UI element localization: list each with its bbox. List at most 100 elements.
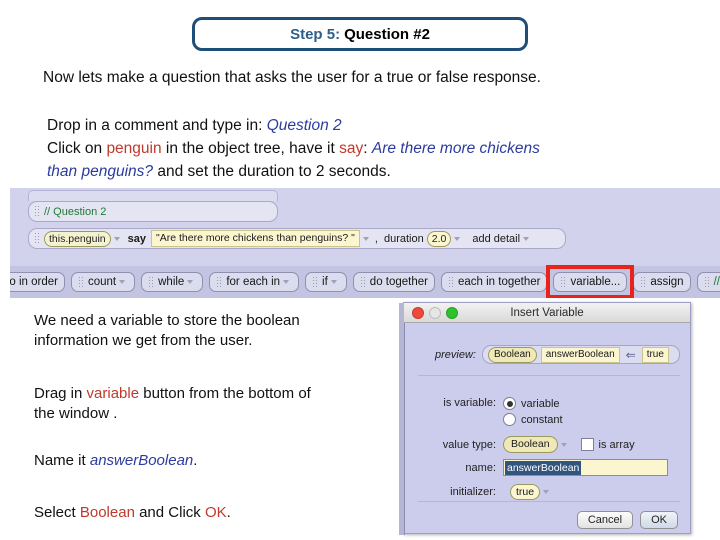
explanation-paragraph-3: Name it answerBoolean. (34, 451, 197, 471)
alice-editor-screenshot: // Question 2 this.penguin say "Are ther… (10, 188, 720, 298)
radio-variable-icon[interactable] (503, 397, 516, 410)
drag-grip-icon (640, 276, 648, 288)
chevron-down-icon[interactable] (560, 442, 567, 447)
explanation-paragraph-2: Drag in variable button from the bottom … (34, 384, 311, 424)
preview-label: preview: (435, 348, 476, 361)
assignment-arrow-icon: ⇐ (625, 347, 636, 362)
instr-1a: Drop in a comment and type in: (47, 117, 267, 134)
toolbar-if-label: if (322, 276, 328, 288)
alice-say-statement-tile[interactable]: this.penguin say "Are there more chicken… (28, 228, 566, 249)
radio-constant-icon[interactable] (503, 413, 516, 426)
chevron-down-icon[interactable] (362, 236, 369, 241)
alice-duration-value[interactable]: 2.0 (426, 230, 452, 247)
toolbar-button-assign[interactable]: assign (633, 272, 691, 292)
dialog-body: preview: Boolean answerBoolean ⇐ true is… (404, 323, 690, 535)
alice-comment-text: // Question 2 (44, 205, 107, 218)
instr-3a-phrase-cont: than penguins? (47, 163, 154, 180)
radio-variable-label: variable (521, 397, 560, 410)
drag-grip-icon (703, 276, 711, 288)
insert-variable-dialog: Insert Variable preview: Boolean answerB… (399, 302, 691, 535)
toolbar-for-each-in-label: for each in (226, 276, 281, 288)
chevron-down-icon (330, 280, 337, 284)
toolbar-button-while[interactable]: while (141, 272, 204, 292)
chevron-down-icon (119, 280, 126, 284)
alice-add-detail-button[interactable]: add detail (472, 233, 520, 245)
exp-4a: Select (34, 504, 80, 521)
alice-object-tile[interactable]: this.penguin (44, 230, 111, 247)
drag-grip-icon (34, 205, 41, 218)
dialog-initializer-row: initializer: true (418, 484, 552, 500)
preview-pill: Boolean answerBoolean ⇐ true (482, 345, 680, 364)
ok-button[interactable]: OK (640, 511, 678, 529)
instr-2f-phrase: Are there more chickens (371, 140, 540, 157)
radio-option-constant[interactable]: constant (503, 413, 563, 426)
toolbar-while-label: while (158, 276, 185, 288)
exp-3b-variable-name: answerBoolean (89, 452, 194, 469)
alice-say-string-value[interactable]: "Are there more chickens than penguins? … (151, 230, 360, 247)
toolbar-button-each-in-together[interactable]: each in together (440, 272, 548, 292)
drag-grip-icon (560, 276, 568, 288)
instruction-line-2: Click on penguin in the object tree, hav… (47, 137, 540, 160)
toolbar-variable-label: variable... (570, 276, 621, 288)
drag-grip-icon (77, 276, 85, 288)
exp-4e: . (226, 504, 231, 521)
toolbar-count-label: count (87, 276, 117, 288)
toolbar-button-if[interactable]: if (305, 272, 347, 292)
exp-3c: . (193, 452, 198, 469)
title-question-label: Question #2 (344, 25, 430, 43)
dialog-preview-row: preview: Boolean answerBoolean ⇐ true (418, 345, 680, 364)
exp-4b-boolean: Boolean (79, 504, 135, 521)
chevron-down-icon (283, 280, 290, 284)
alice-comma: , (374, 232, 378, 245)
value-type-dropdown[interactable]: Boolean (503, 436, 558, 453)
radio-constant-label: constant (521, 413, 563, 426)
instr-2c: in the object tree, have it (161, 140, 340, 157)
chevron-down-icon[interactable] (523, 236, 530, 241)
instruction-line-1: Drop in a comment and type in: Question … (47, 114, 540, 137)
is-array-checkbox[interactable] (580, 438, 594, 451)
dialog-titlebar[interactable]: Insert Variable (404, 303, 690, 323)
instr-3b: and set the duration to 2 seconds. (153, 163, 391, 180)
toolbar-button-count[interactable]: count (70, 272, 136, 292)
alice-comment-tile[interactable]: // Question 2 (28, 201, 278, 222)
radio-option-variable[interactable]: variable (503, 397, 563, 410)
dialog-divider-bottom (418, 501, 680, 502)
instr-2b-penguin: penguin (106, 140, 162, 157)
value-type-label: value type: (442, 438, 496, 451)
toolbar-button-comment[interactable]: //comment (696, 272, 720, 292)
toolbar-variable-button-wrapper: variable... (546, 265, 635, 298)
exp-4d-ok: OK (204, 504, 227, 521)
instructions-paragraph: Drop in a comment and type in: Question … (47, 114, 540, 183)
preview-value-tile: true (641, 346, 669, 363)
toolbar-do-in-order-label: do in order (10, 276, 58, 288)
variable-name-value: answerBoolean (505, 460, 582, 475)
chevron-down-icon[interactable] (543, 490, 550, 494)
dialog-title-label: Insert Variable (510, 306, 584, 319)
toolbar-button-do-together[interactable]: do together (352, 272, 435, 292)
initializer-label: initializer: (450, 486, 496, 498)
dialog-divider-top (418, 375, 680, 376)
variable-name-input[interactable]: answerBoolean (503, 459, 668, 476)
toolbar-button-variable[interactable]: variable... (553, 272, 628, 292)
toolbar-assign-label: assign (650, 276, 684, 288)
chevron-down-icon (187, 280, 194, 284)
toolbar-button-do-in-order[interactable]: do in order (10, 272, 65, 292)
alice-enclosing-block-outline (28, 190, 278, 201)
chevron-down-icon[interactable] (113, 236, 120, 241)
drag-grip-icon (34, 232, 41, 245)
instr-2a: Click on (47, 140, 107, 157)
explanation-2-line-2: the window . (34, 405, 118, 422)
chevron-down-icon[interactable] (454, 236, 461, 241)
dialog-value-type-row: value type: Boolean is array (418, 436, 635, 453)
exp-2c: button from the bottom of (139, 385, 311, 402)
is-array-label: is array (598, 438, 635, 451)
preview-type-tile: Boolean (488, 346, 537, 363)
toolbar-button-for-each-in[interactable]: for each in (209, 272, 300, 292)
exp-2b-variable: variable (86, 385, 140, 402)
exp-4c: and Click (134, 504, 205, 521)
title-step-label: Step 5: (290, 25, 341, 43)
initializer-value-tile[interactable]: true (510, 484, 541, 500)
cancel-button[interactable]: Cancel (576, 511, 634, 529)
explanation-1-line-2: information we get from the user. (34, 332, 253, 349)
explanation-1-line-1: We need a variable to store the boolean (34, 312, 300, 329)
